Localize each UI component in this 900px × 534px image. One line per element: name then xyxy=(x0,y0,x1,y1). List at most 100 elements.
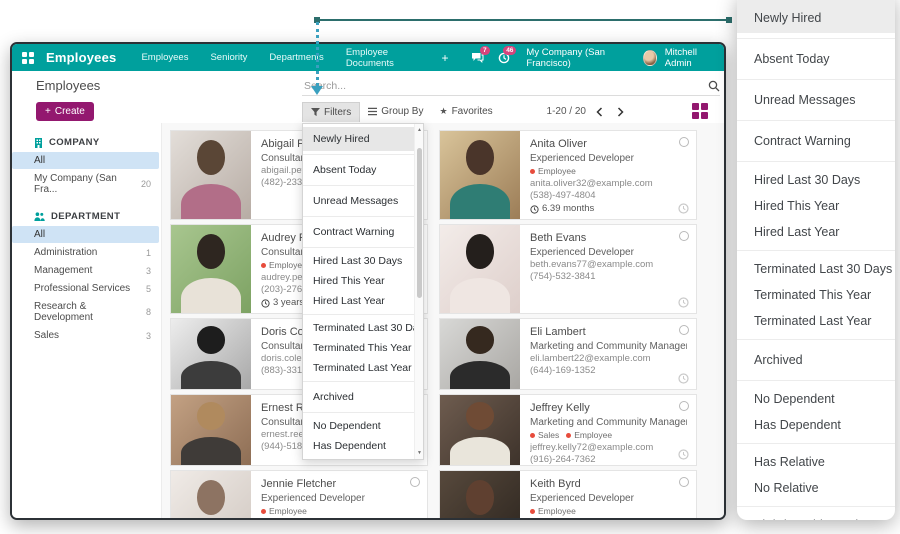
employee-name: Beth Evans xyxy=(530,231,687,246)
employee-tag[interactable]: Employee xyxy=(261,260,307,271)
pager-next-icon[interactable] xyxy=(617,107,624,117)
user-menu[interactable]: Mitchell Admin xyxy=(665,47,714,69)
sidebar-item-professional-services[interactable]: Professional Services5 xyxy=(12,280,159,297)
zoom-option-no-dependent[interactable]: No Dependent xyxy=(737,386,895,412)
activity-clock-icon[interactable] xyxy=(678,373,689,384)
employee-email[interactable]: eli.lambert22@example.com xyxy=(530,353,687,366)
filter-option-contract-warning[interactable]: Contract Warning xyxy=(303,220,414,244)
employee-card[interactable]: Anita Oliver Experienced Developer Emplo… xyxy=(439,130,697,220)
employee-card[interactable]: Jeffrey Kelly Marketing and Community Ma… xyxy=(439,394,697,466)
filter-option-hired-last-30-days[interactable]: Hired Last 30 Days xyxy=(303,251,414,271)
pager-prev-icon[interactable] xyxy=(596,107,603,117)
zoom-option-contract-warning[interactable]: Contract Warning xyxy=(737,126,895,156)
employee-card[interactable]: Beth Evans Experienced Developer beth.ev… xyxy=(439,224,697,314)
sidebar-item-research-development[interactable]: Research & Development8 xyxy=(12,298,159,326)
employee-email[interactable]: beth.evans77@example.com xyxy=(530,259,687,272)
employee-card[interactable]: Keith Byrd Experienced Developer Employe… xyxy=(439,470,697,520)
filter-option-terminated-last-30-days[interactable]: Terminated Last 30 Days xyxy=(303,318,414,338)
kanban-state-icon[interactable] xyxy=(679,477,689,487)
company-switcher[interactable]: My Company (San Francisco) xyxy=(518,47,635,69)
filter-option-unread-messages[interactable]: Unread Messages xyxy=(303,189,414,213)
zoom-option-terminated-last-year[interactable]: Terminated Last Year xyxy=(737,308,895,334)
filters-button[interactable]: Filters xyxy=(302,102,360,122)
sidebar-item-company-all[interactable]: All xyxy=(12,152,159,169)
scrollbar-thumb[interactable] xyxy=(417,148,422,298)
menu-seniority[interactable]: Seniority xyxy=(203,52,254,63)
filter-option-has-dependent[interactable]: Has Dependent xyxy=(303,436,414,456)
search-input[interactable] xyxy=(302,77,708,95)
employee-phone[interactable]: (916)-264-7362 xyxy=(530,454,687,466)
filter-option-absent-today[interactable]: Absent Today xyxy=(303,158,414,182)
messages-icon[interactable]: 7 xyxy=(471,51,484,65)
filter-option-hired-last-year[interactable]: Hired Last Year xyxy=(303,291,414,311)
activity-clock-icon[interactable] xyxy=(678,297,689,308)
employee-tag[interactable]: Sales xyxy=(530,430,559,441)
employee-photo xyxy=(171,319,251,389)
employee-email[interactable]: keith.byrd52@example.com xyxy=(530,518,687,520)
activity-clock-icon[interactable] xyxy=(678,203,689,214)
filter-option-no-dependent[interactable]: No Dependent xyxy=(303,416,414,436)
menu-departments[interactable]: Departments xyxy=(262,52,330,63)
zoom-option-terminated-last-30-days[interactable]: Terminated Last 30 Days xyxy=(737,256,895,282)
sidebar-item-sales[interactable]: Sales3 xyxy=(12,327,159,344)
kanban-state-icon[interactable] xyxy=(410,477,420,487)
kanban-state-icon[interactable] xyxy=(679,401,689,411)
employee-email[interactable]: jennie.fletcher74@example.com xyxy=(261,518,418,520)
messages-badge: 7 xyxy=(480,46,490,55)
zoom-option-archived[interactable]: Archived xyxy=(737,345,895,375)
employee-email[interactable]: anita.oliver32@example.com xyxy=(530,178,687,191)
employee-email[interactable]: jeffrey.kelly72@example.com xyxy=(530,442,687,455)
zoom-option-newly-hired[interactable]: Newly Hired xyxy=(737,0,895,33)
zoom-option-hired-last-30-days[interactable]: Hired Last 30 Days xyxy=(737,167,895,193)
employee-seniority: 6.39 months xyxy=(530,203,687,216)
employee-card[interactable]: Eli Lambert Marketing and Community Mana… xyxy=(439,318,697,390)
kanban-state-icon[interactable] xyxy=(679,137,689,147)
zoom-option-has-relative[interactable]: Has Relative xyxy=(737,449,895,475)
employee-job-title: Marketing and Community Manager xyxy=(530,416,687,429)
zoom-option-no-relative[interactable]: No Relative xyxy=(737,475,895,501)
activity-clock-icon[interactable] xyxy=(678,449,689,460)
zoom-option-hired-this-year[interactable]: Hired This Year xyxy=(737,193,895,219)
sidebar-item-my-company[interactable]: My Company (San Fra...20 xyxy=(12,170,159,198)
employee-phone[interactable]: (644)-169-1352 xyxy=(530,365,687,378)
zoom-option-birthdays-this-week[interactable]: Birthdays this week xyxy=(737,512,895,520)
apps-grid-icon[interactable] xyxy=(22,52,34,64)
employee-card[interactable]: Jennie Fletcher Experienced Developer Em… xyxy=(170,470,428,520)
employee-tag[interactable]: Employee xyxy=(530,166,576,177)
app-brand[interactable]: Employees xyxy=(46,50,116,65)
zoom-option-terminated-this-year[interactable]: Terminated This Year xyxy=(737,282,895,308)
filter-option-terminated-last-year[interactable]: Terminated Last Year xyxy=(303,358,414,378)
group-by-button[interactable]: Group By xyxy=(360,102,431,121)
search-icon[interactable] xyxy=(708,80,720,92)
employee-tag[interactable]: Employee xyxy=(530,506,576,517)
create-button[interactable]: +Create xyxy=(36,102,94,121)
filter-option-archived[interactable]: Archived xyxy=(303,385,414,409)
scroll-down-icon[interactable]: ▼ xyxy=(415,450,424,456)
kanban-state-icon[interactable] xyxy=(679,325,689,335)
zoom-option-hired-last-year[interactable]: Hired Last Year xyxy=(737,219,895,245)
kanban-view-icon[interactable] xyxy=(692,103,708,119)
filter-option-hired-this-year[interactable]: Hired This Year xyxy=(303,271,414,291)
user-avatar[interactable] xyxy=(643,50,656,66)
menu-employee-documents[interactable]: Employee Documents xyxy=(339,47,428,69)
employee-phone[interactable]: (538)-497-4804 xyxy=(530,190,687,203)
scroll-up-icon[interactable]: ▲ xyxy=(415,127,424,133)
kanban-state-icon[interactable] xyxy=(679,231,689,241)
employee-tag[interactable]: Employee xyxy=(566,430,612,441)
filter-option-terminated-this-year[interactable]: Terminated This Year xyxy=(303,338,414,358)
menu-employees[interactable]: Employees xyxy=(134,52,195,63)
activities-clock-icon[interactable]: 46 xyxy=(498,51,511,65)
employee-phone[interactable]: (754)-532-3841 xyxy=(530,271,687,284)
sidebar-item-management[interactable]: Management3 xyxy=(12,262,159,279)
zoom-option-unread-messages[interactable]: Unread Messages xyxy=(737,85,895,115)
plus-icon[interactable]: + xyxy=(436,51,455,65)
favorites-button[interactable]: ★ Favorites xyxy=(431,102,500,121)
employee-tag[interactable]: Employee xyxy=(261,506,307,517)
zoom-option-absent-today[interactable]: Absent Today xyxy=(737,44,895,74)
filter-option-newly-hired[interactable]: Newly Hired xyxy=(303,127,414,151)
users-icon xyxy=(34,212,45,221)
sidebar-item-administration[interactable]: Administration1 xyxy=(12,244,159,261)
dropdown-scrollbar[interactable]: ▲ ▼ xyxy=(414,124,423,459)
sidebar-item-department-all[interactable]: All xyxy=(12,226,159,243)
zoom-option-has-dependent[interactable]: Has Dependent xyxy=(737,412,895,438)
